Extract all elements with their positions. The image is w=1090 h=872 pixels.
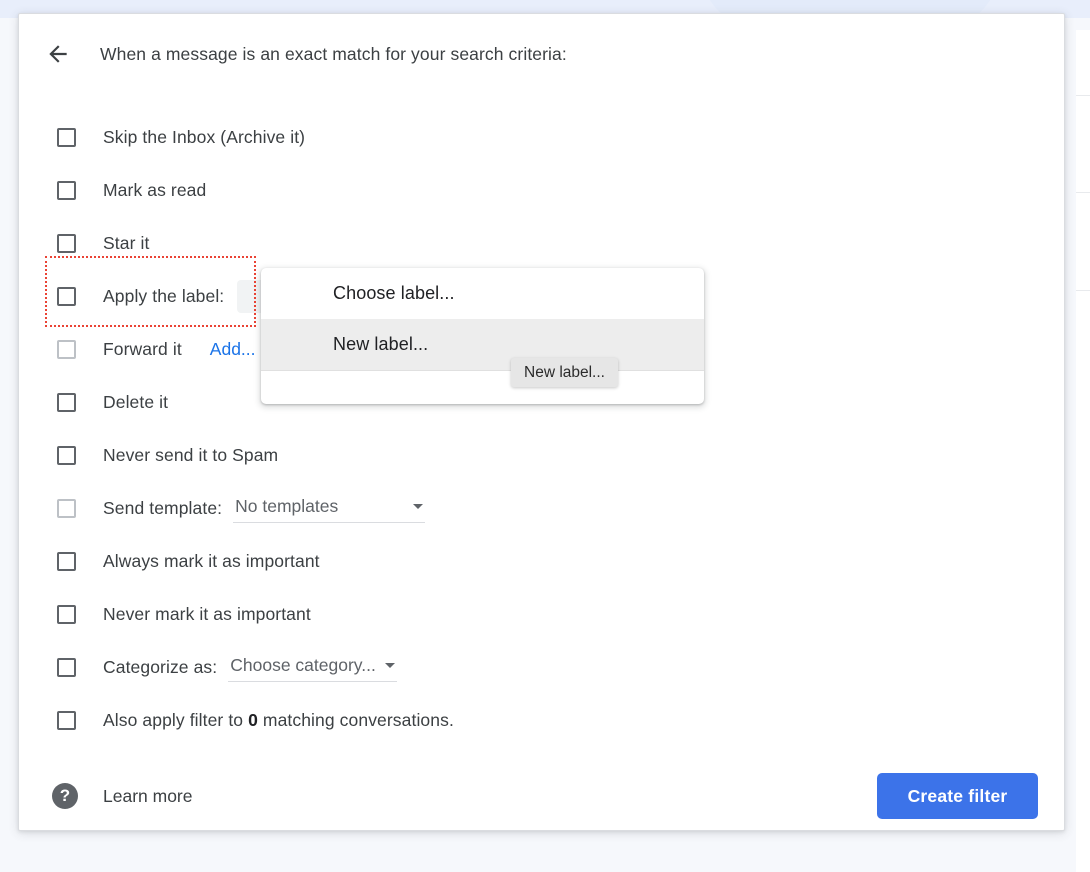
page-title: When a message is an exact match for you… xyxy=(100,44,567,65)
option-row-send-template[interactable]: Send template: No templates xyxy=(0,482,1090,535)
option-label: Skip the Inbox (Archive it) xyxy=(103,127,305,148)
checkbox-skip-inbox[interactable] xyxy=(57,128,76,147)
dialog-footer: ? Learn more Create filter xyxy=(0,770,1090,822)
option-label: Also apply filter to 0 matching conversa… xyxy=(103,710,454,731)
checkbox-always-important[interactable] xyxy=(57,552,76,571)
apply-filter-prefix: Also apply filter to xyxy=(103,710,243,730)
background-right-divider xyxy=(1076,95,1090,96)
chevron-down-icon xyxy=(413,504,423,509)
arrow-left-icon[interactable] xyxy=(45,41,89,67)
checkbox-categorize-as[interactable] xyxy=(57,658,76,677)
forward-add-link[interactable]: Add... xyxy=(210,339,256,360)
dialog-header: When a message is an exact match for you… xyxy=(0,33,567,75)
learn-more-label: Learn more xyxy=(103,786,193,807)
apply-filter-suffix: matching conversations. xyxy=(263,710,454,730)
option-label: Delete it xyxy=(103,392,168,413)
option-label: Never send it to Spam xyxy=(103,445,278,466)
checkbox-delete-it[interactable] xyxy=(57,393,76,412)
filter-actions-list: Skip the Inbox (Archive it) Mark as read… xyxy=(0,111,1090,747)
option-row-always-important[interactable]: Always mark it as important xyxy=(0,535,1090,588)
option-row-apply-to-existing[interactable]: Also apply filter to 0 matching conversa… xyxy=(0,694,1090,747)
template-select[interactable]: No templates xyxy=(233,495,425,523)
option-label: Star it xyxy=(103,233,149,254)
learn-more-link[interactable]: ? Learn more xyxy=(52,770,193,822)
checkbox-never-important[interactable] xyxy=(57,605,76,624)
option-row-skip-inbox[interactable]: Skip the Inbox (Archive it) xyxy=(0,111,1090,164)
category-select[interactable]: Choose category... xyxy=(228,654,397,682)
menu-item-new-label[interactable]: New label... xyxy=(261,319,704,370)
option-row-categorize-as[interactable]: Categorize as: Choose category... xyxy=(0,641,1090,694)
option-row-never-important[interactable]: Never mark it as important xyxy=(0,588,1090,641)
menu-item-choose-label[interactable]: Choose label... xyxy=(261,268,704,319)
new-label-tooltip: New label... xyxy=(511,358,618,387)
checkbox-star-it[interactable] xyxy=(57,234,76,253)
checkbox-forward-it[interactable] xyxy=(57,340,76,359)
chevron-down-icon xyxy=(385,663,395,668)
option-row-never-spam[interactable]: Never send it to Spam xyxy=(0,429,1090,482)
option-label: Apply the label: xyxy=(103,286,224,307)
create-filter-button[interactable]: Create filter xyxy=(877,773,1038,819)
option-row-mark-as-read[interactable]: Mark as read xyxy=(0,164,1090,217)
checkbox-apply-label[interactable] xyxy=(57,287,76,306)
question-mark-icon: ? xyxy=(52,783,78,809)
option-label: Forward it xyxy=(103,339,182,360)
option-label: Categorize as: xyxy=(103,657,217,678)
matching-conversations-count: 0 xyxy=(248,710,258,730)
checkbox-mark-as-read[interactable] xyxy=(57,181,76,200)
option-label: Never mark it as important xyxy=(103,604,311,625)
checkbox-never-spam[interactable] xyxy=(57,446,76,465)
label-dropdown-menu: Choose label... New label... xyxy=(261,268,704,404)
checkbox-apply-to-existing[interactable] xyxy=(57,711,76,730)
option-label: Send template: xyxy=(103,498,222,519)
menu-footer-space xyxy=(261,371,704,396)
option-label: Always mark it as important xyxy=(103,551,320,572)
category-select-value: Choose category... xyxy=(230,655,376,676)
option-label: Mark as read xyxy=(103,180,206,201)
option-row-star-it[interactable]: Star it xyxy=(0,217,1090,270)
template-select-value: No templates xyxy=(235,496,338,517)
checkbox-send-template[interactable] xyxy=(57,499,76,518)
